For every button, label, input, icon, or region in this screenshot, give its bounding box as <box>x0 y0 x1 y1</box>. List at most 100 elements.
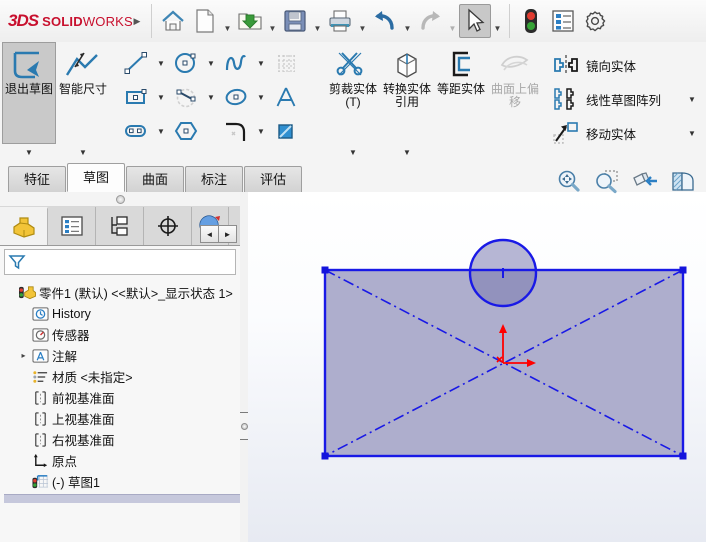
rectangle-dropdown-caret[interactable]: ▼ <box>154 93 168 102</box>
smart-dimension-button[interactable]: 智能尺寸 <box>56 42 110 144</box>
save-dropdown-caret[interactable]: ▼ <box>311 1 324 42</box>
shaded-area-icon[interactable] <box>268 114 304 148</box>
polygon-icon[interactable] <box>168 114 204 148</box>
offset-on-surface-button[interactable]: 曲面上偏移 <box>488 42 542 144</box>
view-orientation-icon[interactable] <box>631 168 659 196</box>
tab-features[interactable]: 特征 <box>8 166 67 192</box>
line-dropdown-caret[interactable]: ▼ <box>154 59 168 68</box>
section-view-icon[interactable] <box>669 168 697 196</box>
circle-icon[interactable] <box>168 46 204 80</box>
tab-evaluate[interactable]: 评估 <box>244 166 303 192</box>
tree-item-top-plane[interactable]: ▸ 上视基准面 <box>4 408 240 429</box>
rebuild-traffic-light-icon[interactable] <box>515 4 547 38</box>
menu-expand-caret[interactable]: ▶ <box>128 12 146 30</box>
new-document-dropdown-caret[interactable]: ▼ <box>221 1 234 42</box>
open-folder-dropdown-caret[interactable]: ▼ <box>266 1 279 42</box>
sketch-fillet-dropdown-caret[interactable]: ▼ <box>254 127 268 136</box>
tree-expander[interactable]: ▸ <box>17 351 30 360</box>
panel-grip-handle[interactable] <box>0 192 240 207</box>
feature-manager-tab[interactable] <box>0 207 48 245</box>
tree-item-annotations[interactable]: ▸ 注解 <box>4 345 240 366</box>
rectangle-tool[interactable]: ▼ <box>118 80 168 114</box>
convert-entities-button[interactable]: 转换实体引用 <box>380 42 434 144</box>
undo-dropdown-caret[interactable]: ▼ <box>401 1 414 42</box>
mirror-entities-button[interactable]: 镜向实体 ▼ <box>550 48 700 82</box>
print-dropdown-caret[interactable]: ▼ <box>356 1 369 42</box>
tab-surfaces[interactable]: 曲面 <box>126 166 185 192</box>
circle-tool[interactable]: ▼ <box>168 46 218 80</box>
trim-entities-caret[interactable]: ▼ <box>326 144 380 160</box>
graphics-area[interactable] <box>248 192 706 542</box>
property-manager-tab[interactable] <box>48 207 96 245</box>
panel-splitter[interactable] <box>240 192 248 542</box>
circle-dropdown-caret[interactable]: ▼ <box>204 59 218 68</box>
arc-tool[interactable]: ▼ <box>168 80 218 114</box>
polygon-tool[interactable]: ▼ <box>168 114 218 148</box>
slot-dropdown-caret[interactable]: ▼ <box>154 127 168 136</box>
grid-snap-tool[interactable]: ▼ <box>268 46 318 80</box>
print-icon[interactable] <box>324 4 356 38</box>
rectangle-icon[interactable] <box>118 80 154 114</box>
tree-rollback-bar[interactable] <box>4 494 240 503</box>
properties-list-icon[interactable] <box>547 4 579 38</box>
panel-tab-scroll-right[interactable]: ► <box>218 225 237 243</box>
tab-markup[interactable]: 标注 <box>185 166 244 192</box>
options-gear-icon[interactable] <box>579 4 611 38</box>
redo-dropdown-caret[interactable]: ▼ <box>446 1 459 42</box>
zoom-to-area-icon[interactable] <box>593 168 621 196</box>
undo-icon[interactable] <box>369 4 401 38</box>
move-entities-caret[interactable]: ▼ <box>684 129 700 138</box>
tree-item-right-plane[interactable]: ▸ 右视基准面 <box>4 429 240 450</box>
sketch-fillet-icon[interactable] <box>218 114 254 148</box>
text-tool[interactable]: ▼ <box>268 80 318 114</box>
dimxpert-manager-tab[interactable] <box>144 207 192 245</box>
ellipse-icon[interactable] <box>218 80 254 114</box>
offset-entities-button[interactable]: 等距实体 <box>434 42 488 144</box>
redo-icon[interactable] <box>414 4 446 38</box>
move-entities-button[interactable]: 移动实体 ▼ <box>550 116 700 150</box>
select-cursor-icon[interactable] <box>459 4 491 38</box>
tree-item-origin[interactable]: ▸ 原点 <box>4 450 240 471</box>
sketch-fillet-tool[interactable]: ▼ <box>218 114 268 148</box>
save-icon[interactable] <box>279 4 311 38</box>
ellipse-tool[interactable]: ▼ <box>218 80 268 114</box>
arc-icon[interactable] <box>168 80 204 114</box>
tree-item-sketch1[interactable]: ▸ (-) 草图1 <box>4 471 240 492</box>
text-icon[interactable] <box>268 80 304 114</box>
arc-dropdown-caret[interactable]: ▼ <box>204 93 218 102</box>
tree-filter-bar[interactable] <box>4 249 236 275</box>
select-dropdown-caret[interactable]: ▼ <box>491 1 504 42</box>
convert-entities-caret[interactable]: ▼ <box>380 144 434 160</box>
exit-sketch-caret[interactable]: ▼ <box>2 144 56 160</box>
linear-sketch-pattern-button[interactable]: 线性草图阵列 ▼ <box>550 82 700 116</box>
smart-dimension-caret[interactable]: ▼ <box>56 144 110 160</box>
slot-tool[interactable]: ▼ <box>118 114 168 148</box>
tree-item-history[interactable]: ▸ History <box>4 303 240 324</box>
tab-sketch[interactable]: 草图 <box>67 163 126 192</box>
spline-tool[interactable]: ▼ <box>218 46 268 80</box>
home-icon[interactable] <box>157 4 189 38</box>
zoom-to-fit-icon[interactable] <box>555 168 583 196</box>
grid-snap-icon[interactable] <box>268 46 304 80</box>
ellipse-dropdown-caret[interactable]: ▼ <box>254 93 268 102</box>
sketch-canvas[interactable] <box>248 192 706 542</box>
solidworks-logo[interactable]: 3DS SOLIDWORKS <box>0 11 133 31</box>
tree-item-part-root[interactable]: ▸ 零件1 (默认) <<默认>_显示状态 1> <box>4 282 240 303</box>
new-document-icon[interactable] <box>189 4 221 38</box>
slot-icon[interactable] <box>118 114 154 148</box>
spline-dropdown-caret[interactable]: ▼ <box>254 59 268 68</box>
tree-item-material[interactable]: ▸ 材质 <未指定> <box>4 366 240 387</box>
offset-on-surface-caret-placeholder <box>488 144 542 160</box>
tree-item-front-plane[interactable]: ▸ 前视基准面 <box>4 387 240 408</box>
shaded-area-tool[interactable]: ▼ <box>268 114 318 148</box>
linear-sketch-pattern-caret[interactable]: ▼ <box>684 95 700 104</box>
panel-tab-scroll-left[interactable]: ◄ <box>200 225 219 243</box>
spline-icon[interactable] <box>218 46 254 80</box>
configuration-manager-tab[interactable] <box>96 207 144 245</box>
line-icon[interactable] <box>118 46 154 80</box>
exit-sketch-button[interactable]: 退出草图 <box>2 42 56 144</box>
tree-item-sensors[interactable]: ▸ 传感器 <box>4 324 240 345</box>
open-folder-icon[interactable] <box>234 4 266 38</box>
trim-entities-button[interactable]: 剪裁实体(T) <box>326 42 380 144</box>
line-tool[interactable]: ▼ <box>118 46 168 80</box>
